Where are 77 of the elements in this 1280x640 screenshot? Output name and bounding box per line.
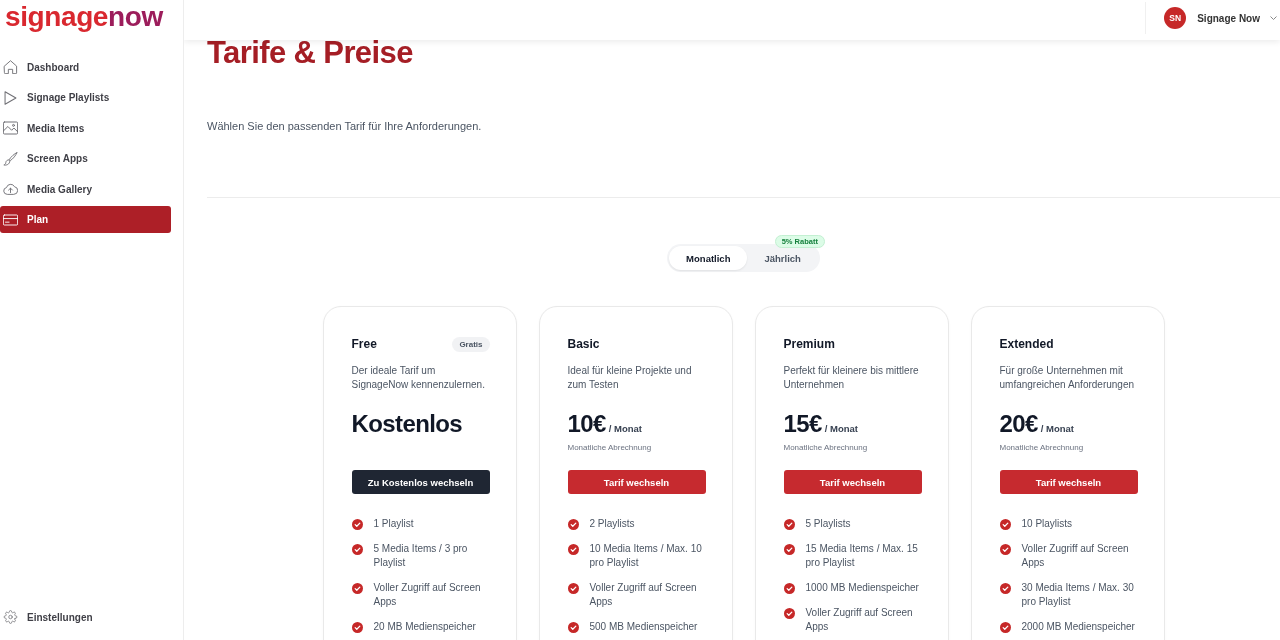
feature-text: 2 Playlists (589, 517, 635, 531)
price-period: / Monat (1040, 423, 1074, 434)
feature-text: 500 MB Medienspeicher (589, 620, 698, 634)
nav-item[interactable]: Media Gallery (0, 175, 171, 203)
check-icon (351, 519, 363, 530)
feature-text: Voller Zugriff auf Screen Apps (805, 606, 914, 634)
check-icon (783, 519, 795, 530)
nav-item[interactable]: Screen Apps (0, 145, 171, 172)
play-icon (3, 90, 18, 105)
plan-description: Für große Unternehmen mit umfangreichen Anforderungen (999, 364, 1136, 392)
price-period: / Monat (608, 423, 642, 434)
plan-price: 20€ (999, 410, 1038, 438)
price-period: / Monat (824, 423, 858, 434)
check-icon (783, 544, 795, 555)
plan-description: Ideal für kleine Projekte und zum Testen (567, 364, 693, 392)
plan-name: Premium (783, 337, 835, 351)
plan-button[interactable]: Tarif wechseln (567, 470, 706, 494)
check-icon (999, 583, 1011, 594)
check-icon (999, 519, 1011, 530)
feature-text: 30 Media Items / Max. 30 pro Playlist (1021, 581, 1135, 609)
nav-item[interactable]: Signage Playlists (0, 84, 171, 111)
page-subtitle: Wählen Sie den passenden Tarif für Ihre Anforderungen. (207, 119, 483, 133)
plan-name: Free (351, 337, 377, 351)
image-icon (3, 121, 18, 135)
billing-note: Monatliche Abrechnung (567, 442, 653, 454)
plan-description: Perfekt für kleinere bis mittlere Unternehmen (783, 364, 920, 392)
feature-text: Voller Zugriff auf Screen Apps (1021, 542, 1130, 570)
feature-text: 1000 MB Medienspeicher (805, 581, 919, 595)
feature-text: Voller Zugriff auf Screen Apps (373, 581, 482, 609)
check-icon (783, 583, 795, 594)
nav-item[interactable]: Media Items (0, 114, 171, 142)
page-title: Tarife & Preise (207, 40, 414, 71)
plan-price: 15€ (783, 410, 822, 438)
plan-description: Der ideale Tarif um SignageNow kennenzulernen. (351, 364, 486, 392)
nav-item[interactable]: Einstellungen (0, 603, 172, 631)
billing-note: Monatliche Abrechnung (783, 442, 869, 454)
brush-icon (3, 151, 18, 166)
check-icon (351, 583, 363, 594)
plan-button[interactable]: Tarif wechseln (999, 470, 1138, 494)
plan-button[interactable]: Tarif wechseln (783, 470, 922, 494)
cloud-upload-icon (3, 182, 18, 196)
check-icon (351, 622, 363, 633)
avatar[interactable]: SN (1164, 7, 1187, 29)
feature-text: 10 Media Items / Max. 10 pro Playlist (589, 542, 703, 570)
chevron-down-icon[interactable] (1270, 16, 1277, 20)
settings-icon (3, 610, 18, 624)
check-icon (999, 544, 1011, 555)
billing-option[interactable]: Jährlich (747, 246, 818, 270)
home-icon (3, 60, 18, 74)
feature-text: 15 Media Items / Max. 15 pro Playlist (805, 542, 919, 570)
feature-text: 5 Playlists (805, 517, 851, 531)
feature-text: 5 Media Items / 3 pro Playlist (373, 542, 469, 570)
feature-text: 1 Playlist (373, 517, 414, 531)
user-name[interactable]: Signage Now (1197, 12, 1260, 24)
feature-text: Voller Zugriff auf Screen Apps (589, 581, 698, 609)
check-icon (567, 583, 579, 594)
plan-button[interactable]: Zu Kostenlos wechseln (351, 470, 490, 494)
check-icon (567, 544, 579, 555)
logo: signagenow (5, 3, 163, 31)
feature-text: 2000 MB Medienspeicher (1021, 620, 1135, 634)
plan-name: Extended (999, 337, 1054, 351)
nav-item[interactable]: Dashboard (0, 53, 171, 81)
nav-item[interactable]: Plan (0, 206, 171, 233)
plan-name: Basic (567, 337, 600, 351)
feature-text: 10 Playlists (1021, 517, 1073, 531)
check-icon (351, 544, 363, 555)
feature-text: 20 MB Medienspeicher (373, 620, 476, 634)
plan-price: 10€ (567, 410, 606, 438)
billing-option[interactable]: Monatlich (669, 246, 748, 270)
plan-price: Kostenlos (351, 410, 463, 438)
check-icon (567, 622, 579, 633)
check-icon (999, 622, 1011, 633)
credit-card-icon (3, 212, 18, 227)
check-icon (567, 519, 579, 530)
check-icon (783, 608, 795, 619)
billing-note: Monatliche Abrechnung (999, 442, 1085, 454)
plan-badge: Gratis (452, 336, 490, 352)
